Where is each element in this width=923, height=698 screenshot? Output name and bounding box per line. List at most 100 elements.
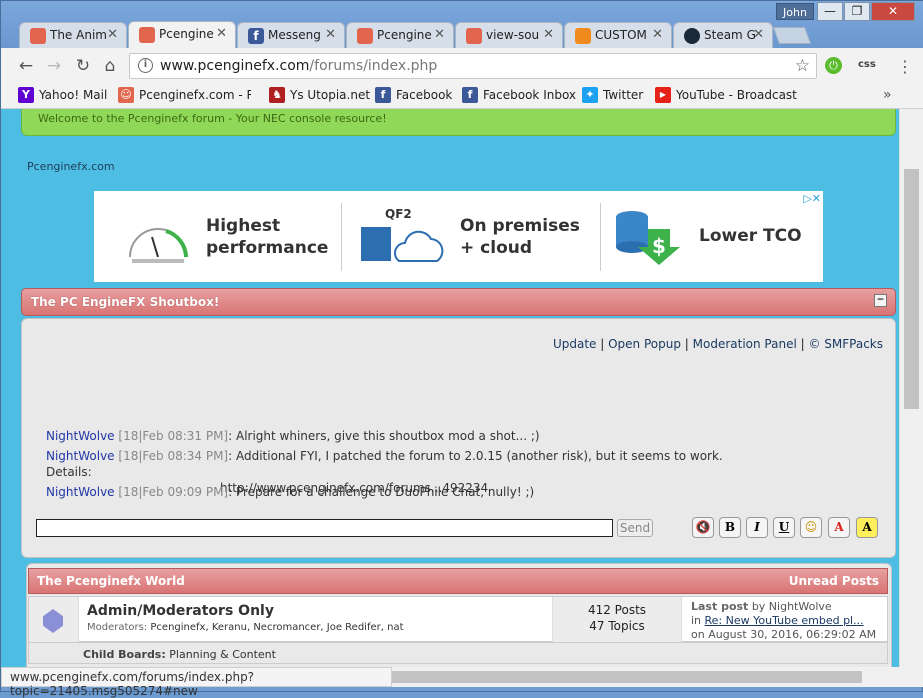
shout-time: [18|Feb 09:09 PM]	[118, 485, 229, 499]
tab-3[interactable]: f Messeng ✕	[237, 22, 345, 48]
tab-2-active[interactable]: Pcengine ✕	[128, 21, 236, 48]
tab-1[interactable]: The Anim ✕	[19, 22, 127, 48]
scroll-thumb[interactable]	[904, 169, 919, 409]
page-content: Welcome to the Pcenginefx forum - Your N…	[1, 109, 899, 667]
ys-utopia-icon: ♞	[269, 87, 285, 103]
steam-icon	[684, 28, 700, 44]
moderator-links[interactable]: Pcenginefx, Keranu, Necromancer, Joe Red…	[150, 622, 403, 633]
shout-message: NightWolve [18|Feb 09:09 PM]: Prepare fo…	[46, 484, 534, 500]
new-tab-button[interactable]	[772, 27, 812, 44]
board-name[interactable]: Admin/Moderators Only	[87, 603, 274, 619]
bookmark-twitter[interactable]: ✦ Twitter	[582, 87, 643, 103]
address-bar[interactable]: i www.pcenginefx.com/forums/index.php ☆	[129, 53, 817, 79]
bold-button[interactable]: B	[719, 517, 741, 538]
shout-user[interactable]: NightWolve	[46, 429, 115, 443]
reload-icon[interactable]: ↻	[73, 56, 93, 76]
extension-power-icon[interactable]: ⏻	[825, 57, 842, 74]
info-icon[interactable]: i	[138, 58, 153, 73]
ad-text-3: Lower TCO	[699, 226, 802, 246]
youtube-icon: ▶	[655, 87, 671, 103]
tab-label: Messeng	[268, 28, 321, 42]
shout-input[interactable]	[36, 519, 613, 537]
shout-user[interactable]: NightWolve	[46, 449, 115, 463]
sound-icon[interactable]: 🔇	[692, 517, 714, 538]
highlight-color-icon[interactable]: A	[856, 517, 878, 538]
tab-label: Pcengine	[159, 27, 214, 41]
send-button[interactable]: Send	[617, 519, 653, 537]
horizontal-scrollbar[interactable]	[392, 667, 899, 687]
collapse-icon[interactable]: −	[874, 294, 887, 307]
status-bar: www.pcenginefx.com/forums/index.php?topi…	[1, 667, 392, 698]
browser-window: John — ❐ ✕ The Anim ✕ Pcengine ✕ f Messe…	[0, 0, 923, 698]
topic-count: 47 Topics	[589, 619, 645, 633]
smfpacks-link[interactable]: © SMFPacks	[808, 337, 883, 351]
facebook-icon: f	[462, 87, 478, 103]
speedometer-icon	[129, 228, 188, 263]
close-tab-icon[interactable]: ✕	[434, 27, 445, 42]
twitter-icon: ✦	[582, 87, 598, 103]
bookmark-star-icon[interactable]: ☆	[795, 56, 810, 76]
child-boards: Child Boards: Planning & Content	[28, 642, 888, 664]
unread-posts-link[interactable]: Unread Posts	[789, 574, 879, 588]
url-text[interactable]: www.pcenginefx.com/forums/index.php	[160, 58, 437, 74]
tab-7[interactable]: Steam G ✕	[673, 22, 773, 48]
open-popup-link[interactable]: Open Popup	[608, 337, 681, 351]
shoutbox-links: Update | Open Popup | Moderation Panel |…	[552, 337, 883, 351]
menu-icon[interactable]: ⋮	[897, 57, 913, 76]
bookmark-yahoo-mail[interactable]: Y Yahoo! Mail	[18, 87, 107, 103]
board-icon-cell	[29, 597, 79, 643]
more-bookmarks-icon[interactable]: »	[883, 87, 892, 103]
shout-text: : Prepare for a challenge to DuoPhile Ch…	[228, 485, 535, 499]
css-extension-icon[interactable]: css	[858, 59, 876, 70]
child-board-link[interactable]: Planning & Content	[169, 648, 276, 661]
font-color-icon[interactable]: A	[828, 517, 850, 538]
bookmark-ys-utopia[interactable]: ♞ Ys Utopia.net	[269, 87, 370, 103]
close-tab-icon[interactable]: ✕	[325, 27, 336, 42]
italic-button[interactable]: I	[746, 517, 768, 538]
vertical-scrollbar[interactable]	[899, 109, 923, 667]
close-tab-icon[interactable]: ✕	[753, 27, 764, 42]
minimize-button[interactable]: —	[817, 2, 843, 21]
post-count: 412 Posts	[587, 603, 647, 617]
tab-5[interactable]: view-sou ✕	[455, 22, 563, 48]
bookmark-youtube[interactable]: ▶ YouTube - Broadcast	[655, 87, 797, 103]
breadcrumb[interactable]: Pcenginefx.com	[27, 160, 115, 173]
advertisement[interactable]: ▷✕ Highest performance QF2 On premises + c…	[94, 191, 823, 282]
smiley-icon[interactable]: ☺	[800, 517, 822, 538]
close-tab-icon[interactable]: ✕	[107, 27, 118, 42]
bookmark-pcenginefx[interactable]: ☺Pcenginefx.com - Rec	[118, 87, 251, 103]
last-post-link[interactable]: Re: New YouTube embed pl...	[705, 614, 864, 627]
tab-6[interactable]: CUSTOM ✕	[564, 22, 672, 48]
hscroll-thumb[interactable]	[392, 671, 862, 683]
tab-label: view-sou	[486, 28, 540, 42]
moderation-panel-link[interactable]: Moderation Panel	[693, 337, 797, 351]
svg-text:$: $	[652, 234, 666, 258]
shout-time: [18|Feb 08:34 PM]	[118, 449, 229, 463]
category-title[interactable]: The Pcenginefx World	[37, 574, 185, 588]
home-icon[interactable]: ⌂	[100, 56, 120, 76]
custom-icon	[575, 28, 591, 44]
forward-icon[interactable]: →	[44, 56, 64, 76]
board-moderators: Moderators: Pcenginefx, Keranu, Necroman…	[87, 622, 404, 633]
tab-4[interactable]: Pcengine ✕	[346, 22, 454, 48]
maximize-button[interactable]: ❐	[844, 2, 870, 21]
adchoices-icon[interactable]: ▷✕	[803, 192, 821, 205]
bookmarks-bar: YYahoo! Mail ☺Pcenginefx.com - Rec ♞Ys U…	[1, 83, 923, 109]
underline-button[interactable]: U	[773, 517, 795, 538]
close-tab-icon[interactable]: ✕	[652, 27, 663, 42]
welcome-banner: Welcome to the Pcenginefx forum - Your N…	[21, 109, 896, 136]
shout-user[interactable]: NightWolve	[46, 485, 115, 499]
close-tab-icon[interactable]: ✕	[216, 26, 227, 41]
tab-strip: John — ❐ ✕ The Anim ✕ Pcengine ✕ f Messe…	[1, 1, 923, 48]
close-window-button[interactable]: ✕	[871, 2, 915, 21]
scroll-corner	[899, 667, 923, 687]
bookmark-facebook[interactable]: f Facebook	[375, 87, 452, 103]
tab-label: The Anim	[50, 28, 107, 42]
bookmark-facebook-inbox[interactable]: f Facebook Inbox	[462, 87, 576, 103]
update-link[interactable]: Update	[553, 337, 596, 351]
back-icon[interactable]: ←	[16, 56, 36, 76]
cloud-building-icon: QF2	[361, 207, 444, 262]
shoutbox-header: The PC EngineFX Shoutbox! −	[21, 288, 896, 316]
close-tab-icon[interactable]: ✕	[543, 27, 554, 42]
profile-button[interactable]: John	[776, 3, 814, 20]
